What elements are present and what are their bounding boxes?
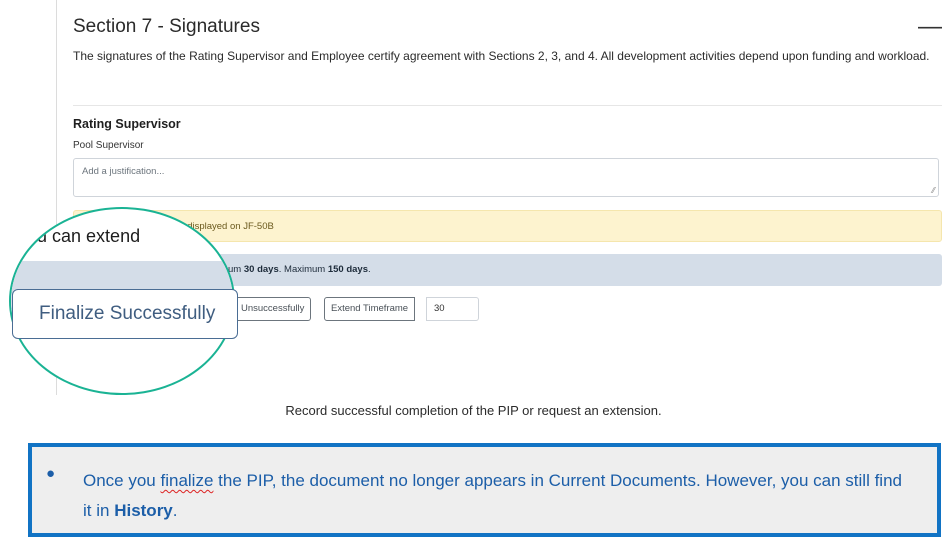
bullet-icon: ● bbox=[46, 465, 56, 482]
rating-supervisor-heading: Rating Supervisor bbox=[73, 117, 181, 131]
extend-timeframe-button[interactable]: Extend Timeframe bbox=[324, 297, 416, 321]
resize-handle-icon[interactable]: ⁄⁄ bbox=[932, 186, 935, 195]
note-misspelled-word: finalize bbox=[160, 471, 214, 490]
note-part1: Once you bbox=[83, 471, 161, 490]
finalize-unsuccessfully-button[interactable]: Unsuccessfully bbox=[234, 297, 312, 321]
note-history-link: History bbox=[114, 501, 173, 520]
note-part3: . bbox=[172, 501, 178, 520]
collapse-icon[interactable]: — bbox=[918, 15, 942, 39]
section-divider bbox=[73, 105, 942, 106]
section-description: The signatures of the Rating Supervisor … bbox=[73, 49, 930, 63]
rating-supervisor-role: Pool Supervisor bbox=[73, 140, 144, 151]
note-box: ● Once you finalize the PIP, the documen… bbox=[28, 443, 941, 537]
info-middle: . Maximum bbox=[278, 264, 328, 275]
extend-days-input[interactable]: 30 bbox=[426, 297, 479, 321]
justification-textarea[interactable]: Add a justification... ⁄⁄ bbox=[73, 158, 939, 197]
justification-placeholder: Add a justification... bbox=[82, 166, 165, 177]
info-min-days: 30 days bbox=[243, 264, 279, 275]
section-title: Section 7 - Signatures bbox=[73, 16, 260, 37]
info-suffix: . bbox=[368, 264, 371, 275]
timeframe-info-text: imum 30 days. Maximum 150 days. bbox=[218, 264, 371, 275]
finalize-successfully-button[interactable]: Finalize Successfully bbox=[12, 289, 238, 339]
caption-text: Record successful completion of the PIP … bbox=[285, 403, 662, 418]
zoom-callout-text: ou can extend bbox=[27, 226, 141, 246]
info-max-days: 150 days bbox=[327, 264, 368, 275]
note-text: Once you finalize the PIP, the document … bbox=[83, 466, 913, 526]
